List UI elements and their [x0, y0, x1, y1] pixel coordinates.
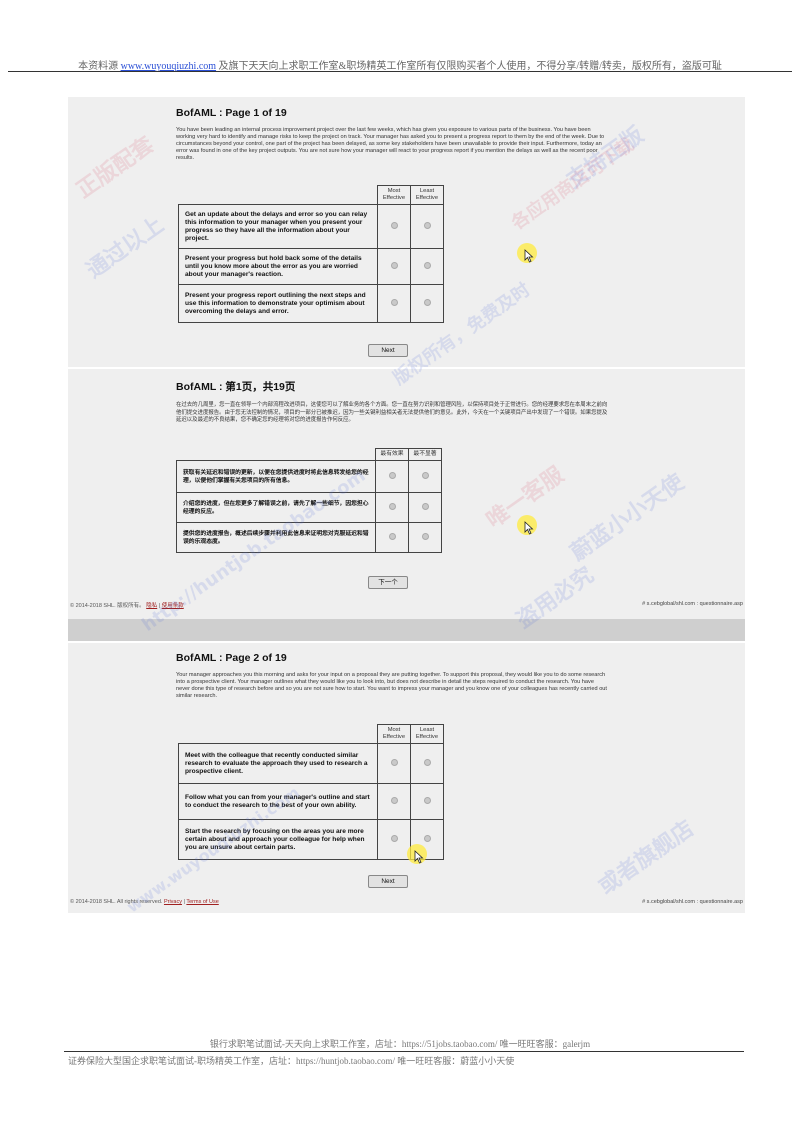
- copyright-text: © 2014-2018 SHL. All rights reserved.: [70, 899, 163, 905]
- col-least-effective: Least Effective: [410, 724, 444, 744]
- next-button[interactable]: Next: [368, 344, 408, 357]
- most-radio[interactable]: [375, 522, 409, 553]
- option-text: 介绍您的进度，但在您更多了解错误之前，请先了解一些细节，因您担心经理的反应。: [176, 492, 376, 523]
- option-text: 提供您的进度报告，概述后续步骤并利用此信息来证明您对克服延迟和错误的乐观态度。: [176, 522, 376, 553]
- most-radio[interactable]: [375, 460, 409, 493]
- col-most-effective: Most Effective: [377, 185, 411, 205]
- question-intro: You have been leading an internal proces…: [176, 127, 605, 161]
- screenshot-page-1-en: BofAML : Page 1 of 19 You have been lead…: [68, 97, 745, 367]
- footer-line-2: 证券保险大型国企求职笔试面试-职场精英工作室，店址：https://huntjo…: [68, 1056, 515, 1066]
- col-most-effective: Most Effective: [377, 724, 411, 744]
- option-text: Meet with the colleague that recently co…: [178, 743, 378, 784]
- option-text: 获取有关延迟和错误的更新，以便在您提供进度时将此信息转发给您的经理，以便他们掌握…: [176, 460, 376, 493]
- least-radio[interactable]: [408, 492, 442, 523]
- terms-link[interactable]: 使用条款: [162, 603, 184, 609]
- site-footer: © 2014-2018 SHL. 版权所有。 隐私 | 使用条款 # s.ceb…: [70, 601, 743, 609]
- footer-line-1: 银行求职笔试面试-天天向上求职工作室，店址：https://51jobs.tao…: [209, 1039, 591, 1049]
- most-radio[interactable]: [377, 743, 411, 784]
- most-radio[interactable]: [377, 819, 411, 860]
- copyright-header: 本资料源 www.wuyouqiuzhi.com 及旗下天天向上求职工作室&职场…: [0, 57, 800, 72]
- least-radio[interactable]: [408, 460, 442, 493]
- question-title: BofAML : Page 2 of 19: [176, 652, 287, 664]
- option-text: Get an update about the delays and error…: [178, 204, 378, 249]
- site-footer: © 2014-2018 SHL. All rights reserved. Pr…: [70, 899, 743, 905]
- answer-table: Most Effective Least Effective Get an up…: [178, 185, 444, 323]
- next-button[interactable]: Next: [368, 875, 408, 888]
- question-intro: 在过去的几周里，您一直在领导一个内部流程改进项目，这使您可以了解业务的各个方面。…: [176, 402, 608, 423]
- terms-link[interactable]: Terms of Use: [186, 899, 218, 905]
- least-radio[interactable]: [410, 743, 444, 784]
- option-text: Start the research by focusing on the ar…: [178, 819, 378, 860]
- header-divider: [8, 71, 792, 72]
- question-title: BofAML : Page 1 of 19: [176, 107, 287, 119]
- footer-url: # s.cebglobal/shl.com : questionnaire.as…: [642, 899, 743, 905]
- least-radio[interactable]: [410, 284, 444, 323]
- most-radio[interactable]: [375, 492, 409, 523]
- screenshot-page-1-zh: BofAML : 第1页，共19页 在过去的几周里，您一直在领导一个内部流程改进…: [68, 369, 745, 641]
- option-text: Present your progress report outlining t…: [178, 284, 378, 323]
- question-intro: Your manager approaches you this morning…: [176, 672, 607, 699]
- most-radio[interactable]: [377, 284, 411, 323]
- option-text: Present your progress but hold back some…: [178, 248, 378, 285]
- least-radio[interactable]: [410, 248, 444, 285]
- most-radio[interactable]: [377, 783, 411, 820]
- col-most-effective: 最有效果: [375, 448, 409, 461]
- most-radio[interactable]: [377, 248, 411, 285]
- copyright-text: © 2014-2018 SHL. 版权所有。: [70, 603, 145, 609]
- privacy-link[interactable]: Privacy: [164, 899, 182, 905]
- privacy-link[interactable]: 隐私: [146, 603, 157, 609]
- screenshot-page-2-en: BofAML : Page 2 of 19 Your manager appro…: [68, 643, 745, 913]
- next-button[interactable]: 下一个: [368, 576, 408, 589]
- footer-url: # s.cebglobal/shl.com : questionnaire.as…: [642, 601, 743, 607]
- answer-table: 最有效果 最不显著 获取有关延迟和错误的更新，以便在您提供进度时将此信息转发给您…: [176, 448, 442, 553]
- least-radio[interactable]: [408, 522, 442, 553]
- question-title: BofAML : 第1页，共19页: [176, 381, 296, 393]
- footer-divider: [64, 1051, 744, 1052]
- most-radio[interactable]: [377, 204, 411, 249]
- least-radio[interactable]: [410, 204, 444, 249]
- col-least-effective: 最不显著: [408, 448, 442, 461]
- answer-table: Most Effective Least Effective Meet with…: [178, 724, 444, 860]
- option-text: Follow what you can from your manager's …: [178, 783, 378, 820]
- least-radio[interactable]: [410, 783, 444, 820]
- col-least-effective: Least Effective: [410, 185, 444, 205]
- separator-band: [68, 619, 745, 641]
